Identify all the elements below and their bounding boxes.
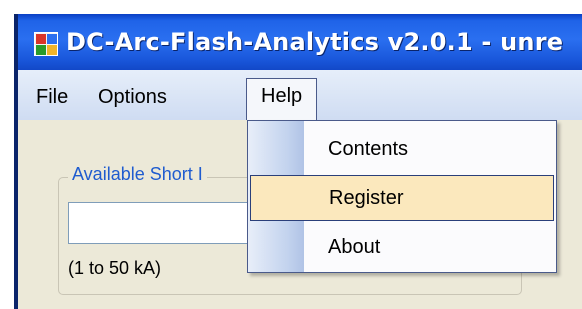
menu-bar: File Options Help	[18, 70, 582, 120]
menu-item-register-label: Register	[329, 187, 404, 209]
menu-item-contents[interactable]: Contents	[250, 127, 554, 173]
app-icon[interactable]	[34, 32, 58, 56]
menu-help[interactable]: Help	[246, 78, 318, 120]
help-dropdown-menu: Contents Register About	[247, 120, 557, 273]
range-hint: (1 to 50 kA)	[68, 258, 162, 278]
window-title: DC-Arc-Flash-Analytics v2.0.1 - unre	[66, 28, 564, 56]
title-bar[interactable]: DC-Arc-Flash-Analytics v2.0.1 - unre	[18, 0, 582, 70]
menu-options[interactable]: Options	[90, 82, 175, 112]
app-window: DC-Arc-Flash-Analytics v2.0.1 - unre Fil…	[18, 0, 582, 309]
menu-item-register[interactable]: Register	[250, 175, 554, 221]
menu-file[interactable]: File	[28, 82, 76, 112]
short-circuit-input[interactable]	[68, 202, 268, 244]
menu-item-contents-label: Contents	[328, 138, 409, 160]
groupbox-label: Available Short I	[68, 164, 207, 185]
menu-item-about[interactable]: About	[250, 225, 554, 271]
menu-item-about-label: About	[328, 236, 381, 258]
